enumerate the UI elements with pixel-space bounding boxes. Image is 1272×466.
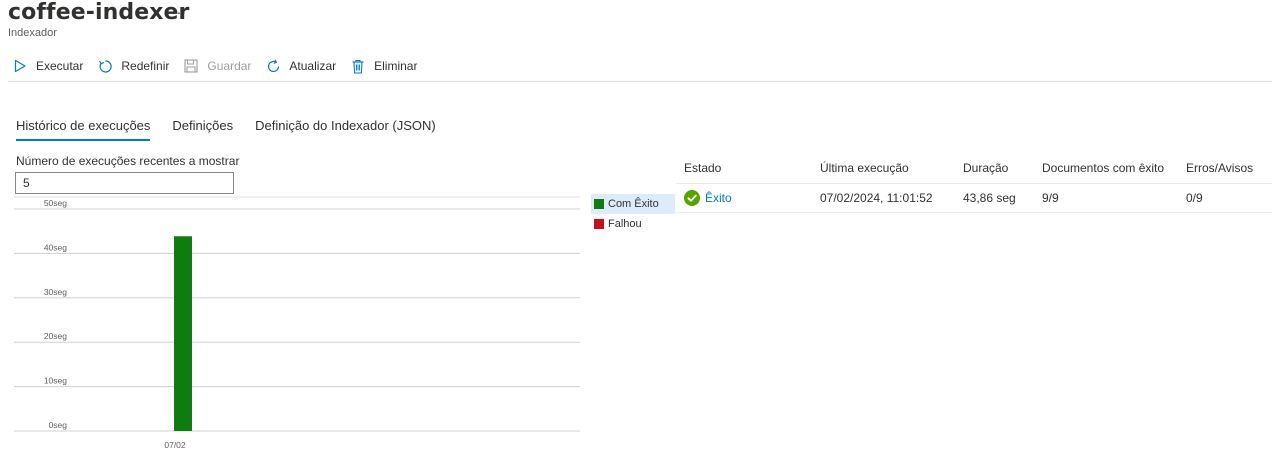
column-header-docs-ok[interactable]: Documentos com êxito [1042,161,1186,175]
cell-last-run: 07/02/2024, 11:01:52 [820,191,933,205]
cell-docs-ok: 9/9 [1042,191,1059,205]
recent-runs-label: Número de execuções recentes a mostrar [16,154,240,168]
chart-legend: Com Êxito Falhou [591,194,675,234]
y-tick-label: 50seg [44,198,67,208]
delete-label: Eliminar [374,59,418,73]
page-title: coffee-indexer [8,0,190,25]
legend-item-failed[interactable]: Falhou [591,214,675,234]
command-bar: Executar Redefinir Guardar Atualizar Eli… [12,55,431,77]
refresh-icon [265,58,281,74]
refresh-label: Atualizar [289,59,337,73]
cell-duration: 43,86 seg [963,191,1016,205]
success-check-icon [684,190,700,206]
toolbar-divider [8,81,1272,82]
page-subtitle: Indexador [8,27,57,39]
tab-run-history[interactable]: Histórico de execuções [16,118,151,141]
run-label: Executar [36,59,84,73]
run-duration-chart: 0seg 10seg 20seg 30seg 40seg 50seg 07/02 [0,195,590,460]
y-tick-label: 0seg [49,420,68,430]
more-options-button[interactable]: ··· [172,4,186,20]
reset-button[interactable]: Redefinir [97,58,169,74]
bar-07/02 [174,236,192,431]
column-header-status[interactable]: Estado [676,161,820,175]
cell-errors: 0/9 [1186,191,1203,205]
tab-list: Histórico de execuções Definições Defini… [16,118,458,141]
y-tick-label: 40seg [44,242,67,252]
legend-label-failed: Falhou [608,218,642,230]
trash-icon [350,58,366,74]
run-button[interactable]: Executar [12,58,83,74]
column-header-errors[interactable]: Erros/Avisos [1186,161,1272,175]
run-history-table: Estado Última execução Duração Documento… [676,152,1272,213]
legend-item-success[interactable]: Com Êxito [591,194,675,214]
y-tick-label: 20seg [44,331,67,341]
y-tick-label: 10seg [44,376,67,386]
recent-runs-input[interactable] [15,172,234,194]
x-tick-label: 07/02 [164,440,186,450]
play-icon [12,58,28,74]
save-icon [183,58,199,74]
table-header: Estado Última execução Duração Documento… [676,152,1272,184]
legend-swatch-success [594,199,604,209]
cell-status: Êxito [676,190,820,206]
delete-button[interactable]: Eliminar [350,58,417,74]
reset-icon [97,58,113,74]
status-link[interactable]: Êxito [705,191,732,205]
column-header-duration[interactable]: Duração [963,161,1042,175]
column-header-last-run[interactable]: Última execução [820,161,963,175]
reset-label: Redefinir [121,59,170,73]
y-tick-label: 30seg [44,287,67,297]
legend-swatch-failed [594,219,604,229]
chart-svg: 0seg 10seg 20seg 30seg 40seg 50seg 07/02 [14,196,580,450]
table-row[interactable]: Êxito 07/02/2024, 11:01:52 43,86 seg 9/9… [676,184,1272,213]
refresh-button[interactable]: Atualizar [265,58,336,74]
tab-settings[interactable]: Definições [172,118,233,141]
tab-indexer-json[interactable]: Definição do Indexador (JSON) [255,118,436,141]
save-label: Guardar [207,59,252,73]
legend-label-success: Com Êxito [608,198,659,210]
save-button[interactable]: Guardar [183,58,251,74]
